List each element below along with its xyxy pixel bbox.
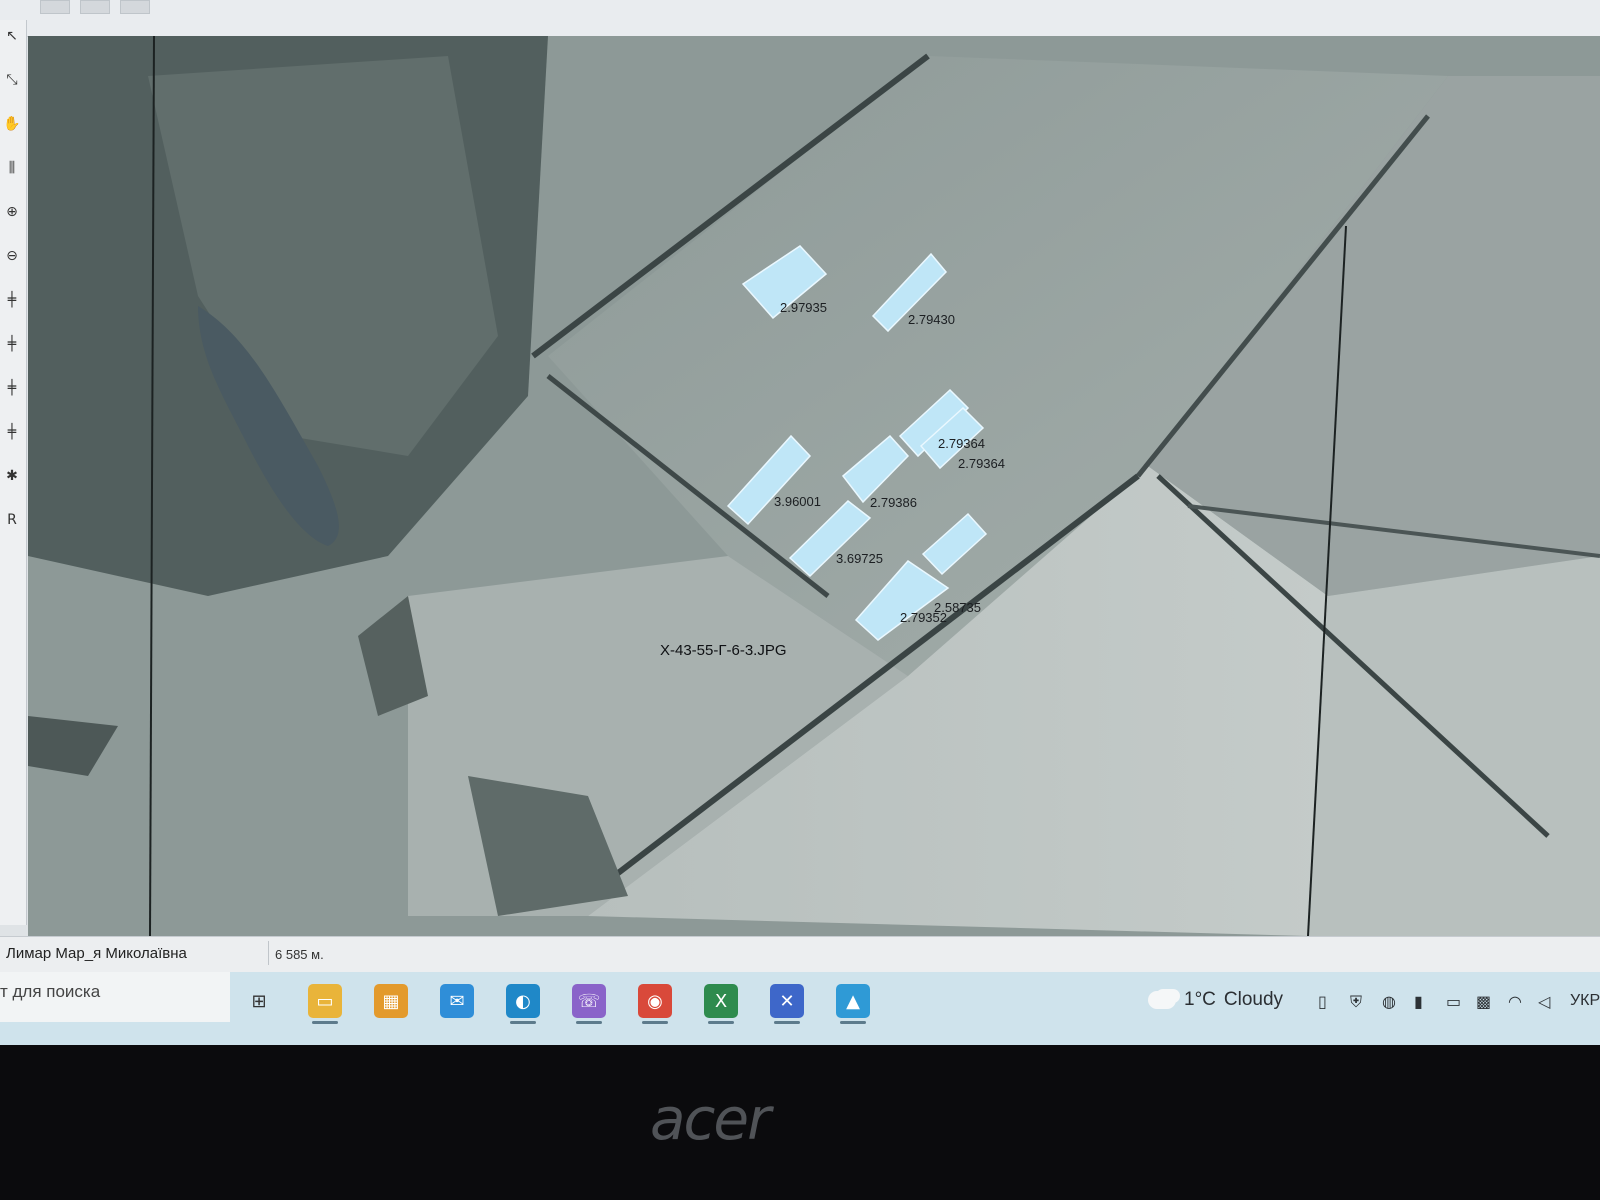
parcel-label-p1: 2.97935 bbox=[780, 300, 827, 315]
brand-logo: acer bbox=[650, 1085, 771, 1153]
weather-temperature: 1°C bbox=[1184, 989, 1216, 1010]
running-indicator bbox=[510, 1021, 536, 1024]
weather-condition: Cloudy bbox=[1223, 989, 1284, 1010]
window-top-strip bbox=[0, 0, 1600, 37]
split-icon[interactable]: ╪ bbox=[2, 378, 22, 398]
status-bar: Лимар Мар_я Миколаївна 6 585 м. bbox=[0, 936, 1600, 973]
search-placeholder: т для поиска bbox=[0, 982, 101, 1001]
cloud-icon bbox=[1148, 991, 1176, 1009]
parcel-label-p5: 2.79364 bbox=[938, 436, 985, 451]
weather-widget[interactable]: 1°C Cloudy bbox=[1148, 989, 1283, 1011]
parcel-label-p3: 3.96001 bbox=[774, 494, 821, 509]
task-view-icon[interactable]: ⊞ bbox=[242, 984, 276, 1018]
store-icon[interactable]: ▦ bbox=[374, 984, 408, 1018]
measure-icon[interactable]: ⫼ bbox=[2, 158, 22, 178]
running-indicator bbox=[840, 1021, 866, 1024]
zoom-in-icon[interactable]: ⊕ bbox=[2, 202, 22, 222]
chrome-icon[interactable]: ◉ bbox=[638, 984, 672, 1024]
file-explorer-icon[interactable]: ▭ bbox=[308, 984, 342, 1024]
status-user-name: Лимар Мар_я Миколаївна bbox=[6, 945, 187, 962]
join-icon[interactable]: ╪ bbox=[2, 422, 22, 442]
tray-wifi-icon[interactable]: ◠ bbox=[1508, 992, 1522, 1011]
parcel-label-p7: 3.69725 bbox=[836, 551, 883, 566]
tray-app-icon[interactable]: ▩ bbox=[1476, 992, 1491, 1011]
window-tab-3[interactable] bbox=[120, 0, 150, 14]
status-scale: 6 585 м. bbox=[268, 941, 875, 965]
excel-icon[interactable]: X bbox=[704, 984, 738, 1024]
parcel-label-p6: 2.79364 bbox=[958, 456, 1005, 471]
parcel-label-p4: 2.79386 bbox=[870, 495, 917, 510]
window-tab-2[interactable] bbox=[80, 0, 110, 14]
tray-viber-icon[interactable]: ◍ bbox=[1382, 992, 1396, 1011]
windows-taskbar: т для поиска 1°C Cloudy ▯ ⛨ ◍ ▮ ▭ ▩ ◠ ◁ … bbox=[0, 972, 1600, 1045]
monitor-screen: ↖ ⤡ ✋ ⫼ ⊕ ⊖ ╪ ╪ ╪ ╪ ✱ R 2.97935 2.79430 … bbox=[0, 0, 1600, 1045]
tray-usb-icon[interactable]: ▮ bbox=[1414, 992, 1423, 1011]
gis-app-icon[interactable]: ✕ bbox=[770, 984, 804, 1024]
tray-shield-icon[interactable]: ⛨ bbox=[1350, 992, 1362, 1012]
window-tab-1[interactable] bbox=[40, 0, 70, 14]
photos-icon[interactable]: ▲ bbox=[836, 984, 870, 1024]
map-viewport[interactable]: 2.97935 2.79430 3.96001 2.79386 2.79364 … bbox=[28, 36, 1600, 936]
pointer-icon[interactable]: ↖ bbox=[2, 26, 22, 46]
satellite-image bbox=[28, 36, 1600, 936]
hand-icon[interactable]: ✋ bbox=[2, 114, 22, 134]
running-indicator bbox=[576, 1021, 602, 1024]
running-indicator bbox=[774, 1021, 800, 1024]
raster-filename-label: X-43-55-Г-6-3.JPG bbox=[660, 642, 787, 659]
tool-palette: ↖ ⤡ ✋ ⫼ ⊕ ⊖ ╪ ╪ ╪ ╪ ✱ R bbox=[0, 20, 27, 925]
add-vertex-icon[interactable]: ╪ bbox=[2, 290, 22, 310]
parcel-label-p9: 2.79352 bbox=[900, 610, 947, 625]
running-indicator bbox=[642, 1021, 668, 1024]
edge-icon[interactable]: ◐ bbox=[506, 984, 540, 1024]
running-indicator bbox=[708, 1021, 734, 1024]
tray-device-icon[interactable]: ▯ bbox=[1318, 992, 1327, 1011]
r-icon[interactable]: R bbox=[2, 510, 22, 530]
zoom-out-icon[interactable]: ⊖ bbox=[2, 246, 22, 266]
parcel-label-p2: 2.79430 bbox=[908, 312, 955, 327]
taskbar-search-box[interactable]: т для поиска bbox=[0, 972, 230, 1022]
laptop-bezel: acer bbox=[0, 1045, 1600, 1200]
viber-icon[interactable]: ☏ bbox=[572, 984, 606, 1024]
delete-icon[interactable]: ✱ bbox=[2, 466, 22, 486]
language-indicator[interactable]: УКР bbox=[1570, 992, 1600, 1010]
running-indicator bbox=[312, 1021, 338, 1024]
tray-battery-icon[interactable]: ▭ bbox=[1446, 992, 1461, 1011]
mail-icon[interactable]: ✉ bbox=[440, 984, 474, 1018]
select-icon[interactable]: ⤡ bbox=[2, 70, 22, 90]
tray-volume-icon[interactable]: ◁ bbox=[1538, 992, 1550, 1011]
move-vertex-icon[interactable]: ╪ bbox=[2, 334, 22, 354]
